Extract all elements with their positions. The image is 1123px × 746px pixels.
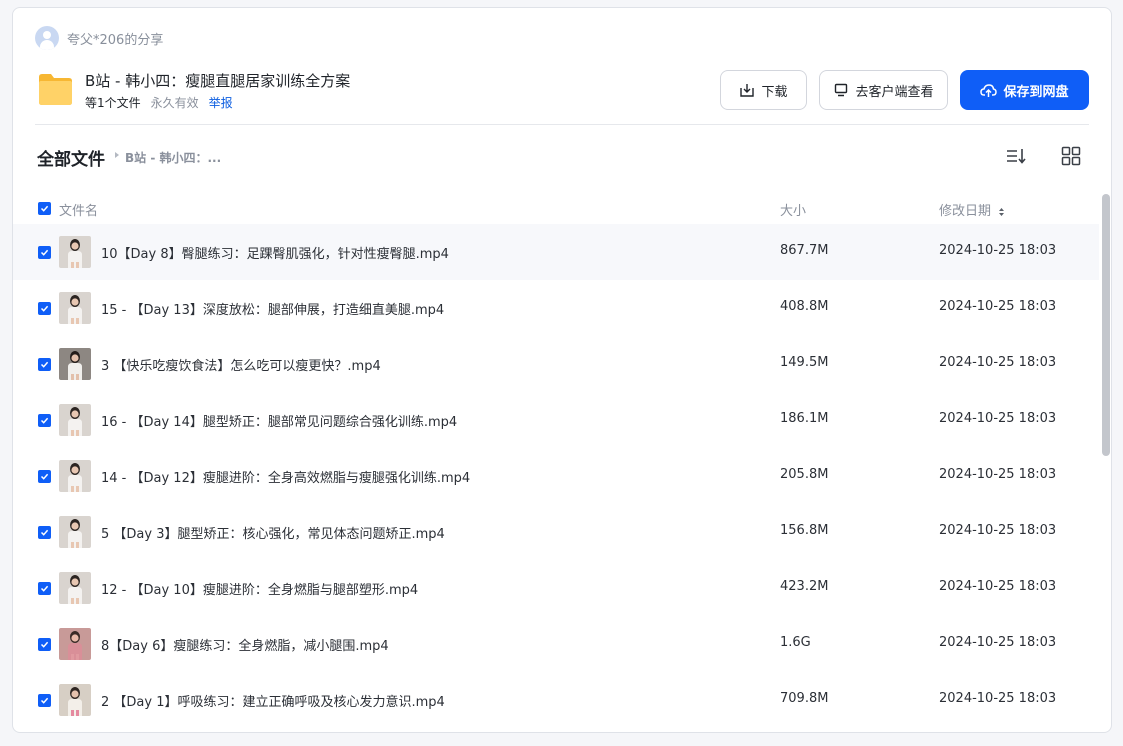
monitor-icon [835,83,848,97]
file-size: 423.2M [780,579,829,594]
download-button[interactable]: 下载 [720,70,807,110]
video-thumbnail [59,236,91,268]
file-size: 205.8M [780,467,829,482]
file-name[interactable]: 3 【快乐吃瘦饮食法】怎么吃可以瘦更快？.mp4 [101,355,381,374]
file-count: 等1个文件 [85,96,141,110]
video-thumbnail [59,684,91,716]
file-modified-date: 2024-10-25 18:03 [939,467,1057,482]
scrollbar[interactable] [1099,188,1111,732]
checkbox-checked-icon [40,641,49,648]
row-checkbox[interactable] [38,358,51,371]
checkbox-checked-icon [40,305,49,312]
file-size: 1.6G [780,635,811,650]
file-name[interactable]: 10【Day 8】臀腿练习：足踝臀肌强化，针对性瘦臀腿.mp4 [101,243,449,262]
share-meta: 等1个文件 永久有效 举报 [85,94,233,111]
table-row[interactable]: 8【Day 6】瘦腿练习：全身燃脂，减小腿围.mp4 1.6G 2024-10-25… [13,616,1099,672]
row-checkbox[interactable] [38,638,51,651]
checkbox-checked-icon [40,585,49,592]
file-modified-date: 2024-10-25 18:03 [939,355,1057,370]
column-header-size[interactable]: 大小 [780,200,806,219]
file-modified-date: 2024-10-25 18:03 [939,635,1057,650]
table-row[interactable]: 14 - 【Day 12】瘦腿进阶：全身高效燃脂与瘦腿强化训练.mp4 205.8… [13,448,1099,504]
row-checkbox[interactable] [38,470,51,483]
file-modified-date: 2024-10-25 18:03 [939,243,1057,258]
file-size: 867.7M [780,243,829,258]
checkbox-checked-icon [40,361,49,368]
grid-view-icon[interactable] [1060,145,1082,167]
video-thumbnail [59,404,91,436]
folder-icon [39,74,72,105]
table-row[interactable]: 2 【Day 1】呼吸练习：建立正确呼吸及核心发力意识.mp4 709.8M 202… [13,672,1099,728]
share-title: B站 - 韩小四：瘦腿直腿居家训练全方案 [85,72,351,90]
file-modified-date: 2024-10-25 18:03 [939,299,1057,314]
file-modified-date: 2024-10-25 18:03 [939,523,1057,538]
column-header-modified[interactable]: 修改日期 [939,200,1005,219]
file-size: 149.5M [780,355,829,370]
breadcrumb-root[interactable]: 全部文件 [37,145,105,170]
column-header-modified-label: 修改日期 [939,204,992,219]
scrollbar-thumb[interactable] [1102,194,1110,456]
table-row[interactable]: 5 【Day 3】腿型矫正：核心强化，常见体态问题矫正.mp4 156.8M 202… [13,504,1099,560]
row-checkbox[interactable] [38,526,51,539]
open-client-button[interactable]: 去客户端查看 [819,70,948,110]
checkbox-checked-icon [40,473,49,480]
header-divider [35,124,1089,125]
file-size: 709.8M [780,691,829,706]
table-row[interactable]: 12 - 【Day 10】瘦腿进阶：全身燃脂与腿部塑形.mp4 423.2M 202… [13,560,1099,616]
report-link[interactable]: 举报 [209,94,233,111]
file-modified-date: 2024-10-25 18:03 [939,579,1057,594]
select-all-checkbox[interactable] [38,202,51,215]
row-checkbox[interactable] [38,414,51,427]
video-thumbnail [59,348,91,380]
download-label: 下载 [761,84,788,100]
file-modified-date: 2024-10-25 18:03 [939,691,1057,706]
row-checkbox[interactable] [38,582,51,595]
row-checkbox[interactable] [38,302,51,315]
file-name[interactable]: 14 - 【Day 12】瘦腿进阶：全身高效燃脂与瘦腿强化训练.mp4 [101,467,470,486]
row-checkbox[interactable] [38,694,51,707]
checkbox-checked-icon [40,249,49,256]
file-size: 408.8M [780,299,829,314]
checkbox-checked-icon [40,417,49,424]
row-checkbox[interactable] [38,246,51,259]
cloud-upload-icon [980,84,998,97]
save-to-drive-button[interactable]: 保存到网盘 [960,70,1089,110]
breadcrumb-current: B站 - 韩小四：... [125,151,222,165]
video-thumbnail [59,292,91,324]
download-icon [740,84,755,97]
file-name[interactable]: 16 - 【Day 14】腿型矫正：腿部常见问题综合强化训练.mp4 [101,411,457,430]
validity-text: 永久有效 [150,96,199,110]
file-name[interactable]: 5 【Day 3】腿型矫正：核心强化，常见体态问题矫正.mp4 [101,523,445,542]
file-size: 186.1M [780,411,829,426]
file-name[interactable]: 2 【Day 1】呼吸练习：建立正确呼吸及核心发力意识.mp4 [101,691,445,710]
file-modified-date: 2024-10-25 18:03 [939,411,1057,426]
table-row[interactable]: 16 - 【Day 14】腿型矫正：腿部常见问题综合强化训练.mp4 186.1M… [13,392,1099,448]
file-name[interactable]: 8【Day 6】瘦腿练习：全身燃脂，减小腿围.mp4 [101,635,389,654]
file-name[interactable]: 12 - 【Day 10】瘦腿进阶：全身燃脂与腿部塑形.mp4 [101,579,418,598]
file-name[interactable]: 15 - 【Day 13】深度放松：腿部伸展，打造细直美腿.mp4 [101,299,444,318]
column-header-name[interactable]: 文件名 [59,200,98,219]
breadcrumb-separator-icon [115,152,119,158]
checkbox-checked-icon [40,529,49,536]
checkbox-checked-icon [40,697,49,704]
open-client-label: 去客户端查看 [855,84,934,100]
sharer-info: 夸父*206的分享 [35,26,163,50]
sort-list-icon[interactable] [1005,145,1027,167]
table-row[interactable]: 3 【快乐吃瘦饮食法】怎么吃可以瘦更快？.mp4 149.5M 2024-10-25… [13,336,1099,392]
file-list: 10【Day 8】臀腿练习：足踝臀肌强化，针对性瘦臀腿.mp4 867.7M 202… [13,224,1099,728]
video-thumbnail [59,460,91,492]
checkbox-checked-icon [40,205,49,212]
video-thumbnail [59,628,91,660]
sharer-name: 夸父*206的分享 [67,32,164,48]
sort-toggle-icon[interactable] [998,207,1005,217]
video-thumbnail [59,516,91,548]
save-label: 保存到网盘 [1003,84,1069,100]
video-thumbnail [59,572,91,604]
table-row[interactable]: 10【Day 8】臀腿练习：足踝臀肌强化，针对性瘦臀腿.mp4 867.7M 202… [13,224,1099,280]
user-avatar-icon [35,26,59,50]
share-page: 夸父*206的分享 B站 - 韩小四：瘦腿直腿居家训练全方案 等1个文件 永久有… [12,7,1112,733]
file-size: 156.8M [780,523,829,538]
table-row[interactable]: 15 - 【Day 13】深度放松：腿部伸展，打造细直美腿.mp4 408.8M 2… [13,280,1099,336]
